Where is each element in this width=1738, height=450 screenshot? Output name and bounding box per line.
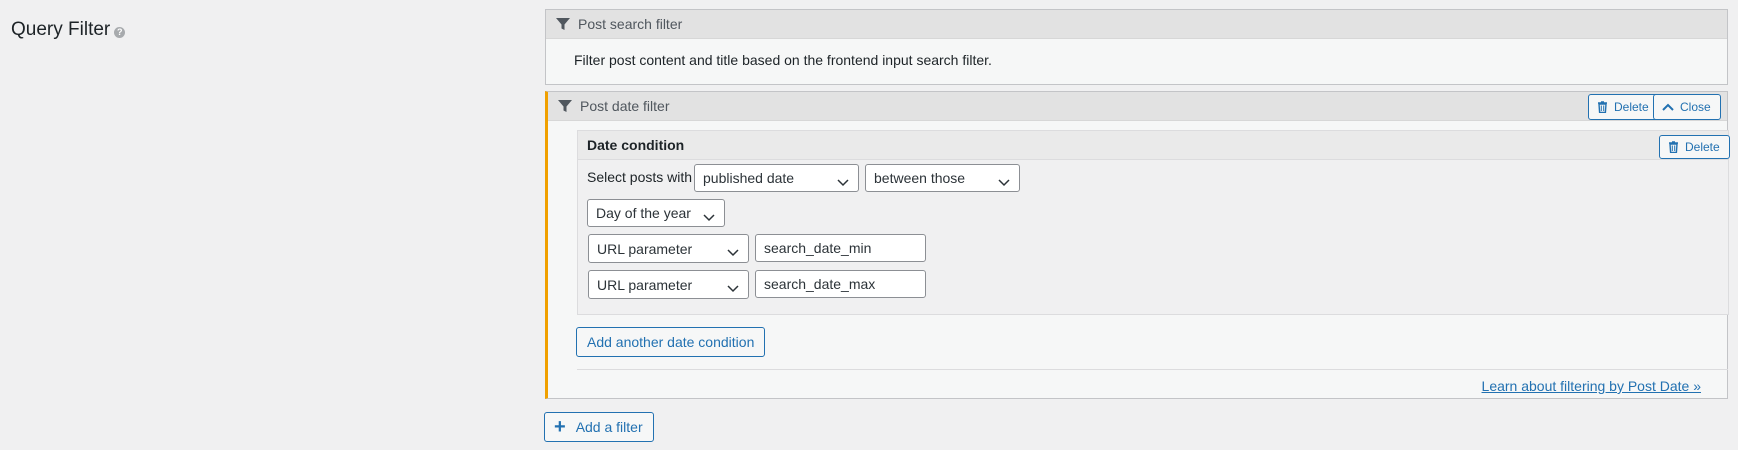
filter-icon — [558, 99, 572, 113]
close-filter-button[interactable]: Close — [1653, 94, 1721, 120]
delete-condition-label: Delete — [1685, 140, 1720, 154]
section-title-text: Query Filter — [11, 19, 111, 40]
min-source-select[interactable]: URL parameter — [588, 234, 749, 263]
post-search-filter-title: Post search filter — [578, 16, 683, 32]
post-search-filter-description: Filter post content and title based on t… — [574, 52, 992, 68]
add-filter-label: Add a filter — [575, 419, 643, 435]
comparison-select[interactable]: between those — [865, 164, 1020, 192]
max-source-value: URL parameter — [597, 276, 693, 293]
granularity-value: Day of the year — [596, 205, 691, 221]
add-filter-button[interactable]: + Add a filter — [544, 412, 654, 442]
post-date-filter-panel: Post date filter Delete Close Date condi… — [545, 91, 1730, 399]
min-date-input[interactable]: search_date_min — [755, 234, 926, 262]
granularity-select[interactable]: Day of the year — [587, 199, 725, 227]
delete-condition-button[interactable]: Delete — [1659, 135, 1730, 159]
post-search-filter-header[interactable]: Post search filter — [546, 10, 1727, 39]
divider — [577, 369, 1728, 370]
chevron-down-icon — [727, 280, 739, 296]
date-field-value: published date — [703, 170, 795, 186]
date-field-select[interactable]: published date — [694, 164, 859, 192]
delete-filter-button[interactable]: Delete — [1588, 94, 1659, 120]
trash-icon — [1668, 141, 1679, 153]
max-date-input[interactable]: search_date_max — [755, 270, 926, 298]
close-filter-label: Close — [1680, 100, 1711, 114]
chevron-up-icon — [1662, 103, 1674, 111]
delete-filter-label: Delete — [1614, 100, 1649, 114]
question-icon[interactable]: ? — [114, 26, 126, 38]
trash-icon — [1597, 101, 1608, 113]
select-posts-label: Select posts with — [587, 169, 693, 185]
chevron-down-icon — [703, 209, 715, 225]
chevron-down-icon — [837, 174, 849, 190]
chevron-down-icon — [998, 174, 1010, 190]
section-title: Query Filter ? — [11, 19, 126, 41]
max-source-select[interactable]: URL parameter — [588, 270, 749, 299]
add-date-condition-button[interactable]: Add another date condition — [576, 327, 766, 357]
post-date-filter-header[interactable]: Post date filter Delete Close — [548, 92, 1727, 121]
plus-icon: + — [554, 416, 566, 438]
date-condition-title: Date condition — [578, 131, 1728, 160]
learn-post-date-link[interactable]: Learn about filtering by Post Date » — [1482, 378, 1701, 394]
min-source-value: URL parameter — [597, 240, 693, 257]
filter-icon — [556, 17, 570, 31]
post-search-filter-panel: Post search filter Filter post content a… — [545, 9, 1728, 85]
post-date-filter-title: Post date filter — [580, 98, 670, 114]
date-condition-box: Date condition Delete Select posts with … — [577, 130, 1730, 315]
chevron-down-icon — [727, 244, 739, 260]
comparison-value: between those — [874, 170, 966, 186]
